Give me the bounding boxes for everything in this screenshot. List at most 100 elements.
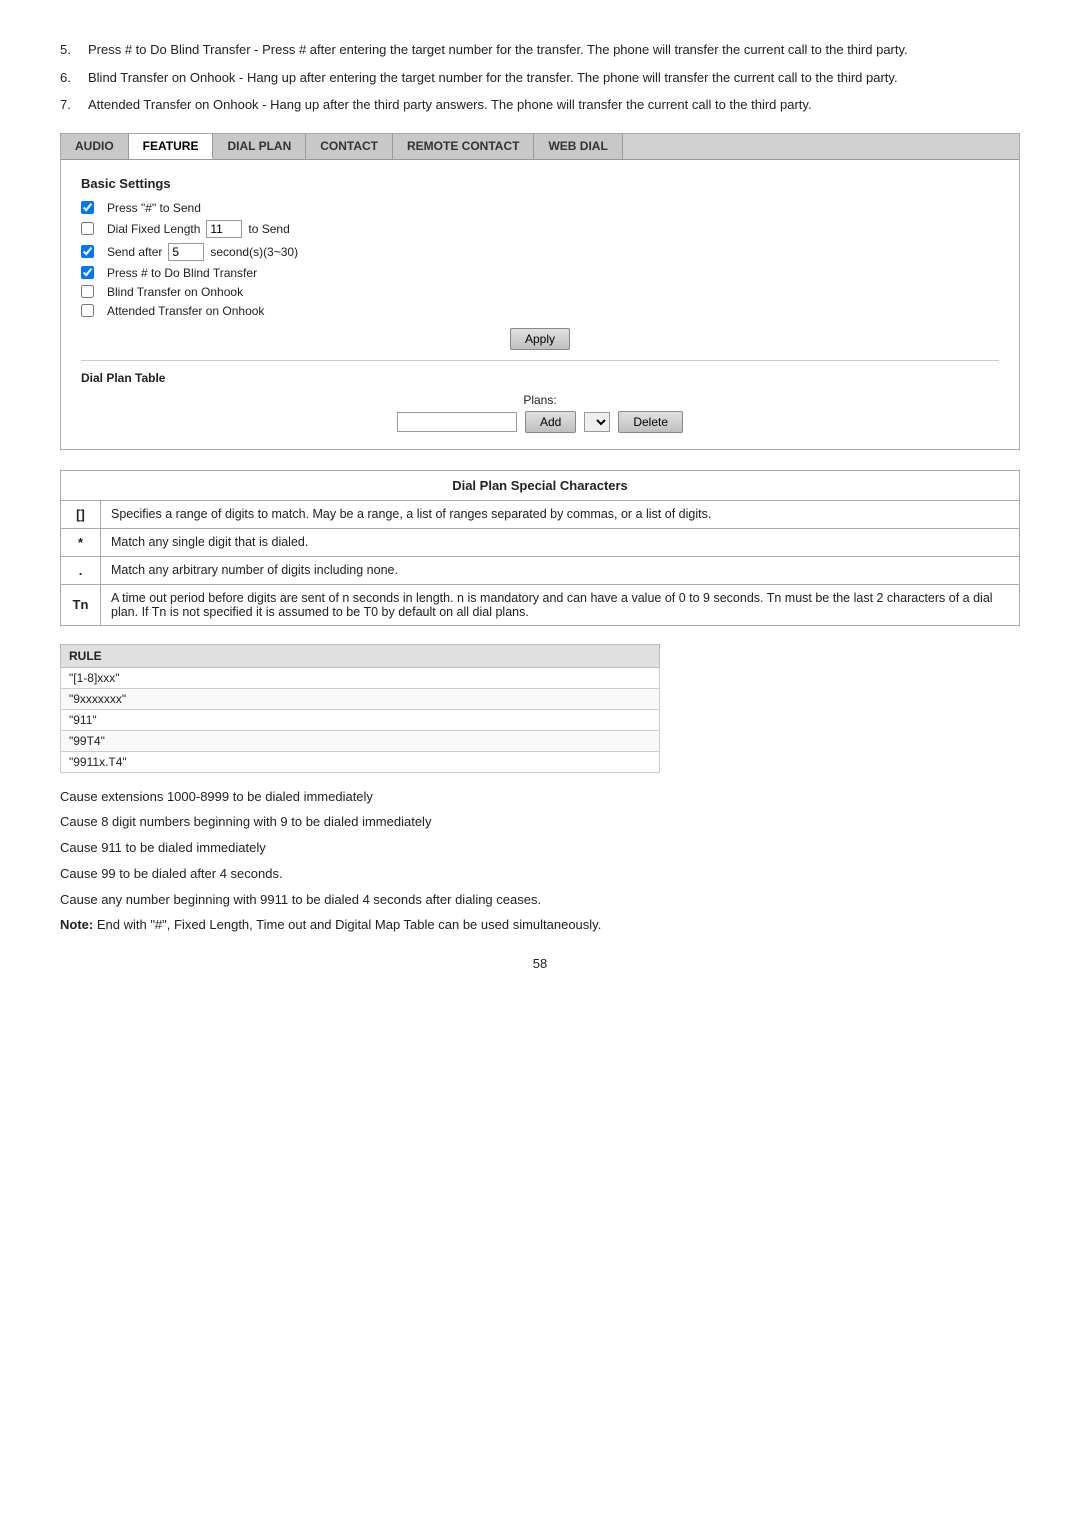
label-blind-transfer-text: Press # to Do Blind Transfer bbox=[107, 266, 257, 280]
desc-note-text: End with "#", Fixed Length, Time out and… bbox=[97, 917, 601, 932]
label-attended-onhook: Attended Transfer on Onhook bbox=[107, 304, 999, 318]
special-chars-title: Dial Plan Special Characters bbox=[61, 470, 1020, 500]
label-blind-onhook: Blind Transfer on Onhook bbox=[107, 285, 999, 299]
rule-row-3: "911" bbox=[61, 709, 660, 730]
desc-5: Cause any number beginning with 9911 to … bbox=[60, 890, 1020, 911]
settings-row-6: Attended Transfer on Onhook bbox=[81, 304, 999, 318]
checkbox-attended-onhook[interactable] bbox=[81, 304, 94, 317]
tab-remote-contact[interactable]: REMOTE CONTACT bbox=[393, 134, 534, 159]
cb-cell-6 bbox=[81, 304, 107, 317]
desc-4: Cause 99 to be dialed after 4 seconds. bbox=[60, 864, 1020, 885]
checkbox-dial-fixed[interactable] bbox=[81, 222, 94, 235]
bullet-text-7: Attended Transfer on Onhook - Hang up af… bbox=[88, 95, 1020, 115]
label-send-after: Send after second(s)(3~30) bbox=[107, 243, 999, 261]
bullet-num-6: 6. bbox=[60, 68, 88, 88]
settings-row-4: Press # to Do Blind Transfer bbox=[81, 266, 999, 280]
char-tn: Tn bbox=[61, 584, 101, 625]
settings-row-3: Send after second(s)(3~30) bbox=[81, 243, 999, 261]
rule-row-5: "9911x.T4" bbox=[61, 751, 660, 772]
tab-content-dial-plan: Basic Settings Press "#" to Send Dial Fi… bbox=[61, 160, 1019, 449]
rule-row-2: "9xxxxxxx" bbox=[61, 688, 660, 709]
tab-contact[interactable]: CONTACT bbox=[306, 134, 393, 159]
dial-plan-label: Dial Plan Table bbox=[81, 371, 999, 385]
dial-plan-section: Dial Plan Table Plans: Add Delete bbox=[81, 360, 999, 433]
rule-3: "911" bbox=[61, 709, 660, 730]
rule-4: "99T4" bbox=[61, 730, 660, 751]
cb-cell-1 bbox=[81, 201, 107, 214]
bullet-item-5: 5. Press # to Do Blind Transfer - Press … bbox=[60, 40, 1020, 60]
cb-cell-3 bbox=[81, 245, 107, 258]
plans-header-row: Plans: bbox=[81, 393, 999, 407]
label-blind-onhook-text: Blind Transfer on Onhook bbox=[107, 285, 243, 299]
delete-button[interactable]: Delete bbox=[618, 411, 683, 433]
label-dial-fixed-text: Dial Fixed Length bbox=[107, 222, 200, 236]
label-seconds: second(s)(3~30) bbox=[210, 245, 298, 259]
checkbox-press-hash[interactable] bbox=[81, 201, 94, 214]
special-char-row-asterisk: * Match any single digit that is dialed. bbox=[61, 528, 1020, 556]
label-send-after-text: Send after bbox=[107, 245, 162, 259]
desc-note: Note: End with "#", Fixed Length, Time o… bbox=[60, 915, 1020, 936]
plan-name-input[interactable] bbox=[397, 412, 517, 432]
special-char-row-tn: Tn A time out period before digits are s… bbox=[61, 584, 1020, 625]
cb-cell-4 bbox=[81, 266, 107, 279]
checkbox-blind-onhook[interactable] bbox=[81, 285, 94, 298]
send-after-input[interactable] bbox=[168, 243, 204, 261]
desc-3: Cause 911 to be dialed immediately bbox=[60, 838, 1020, 859]
checkbox-blind-transfer[interactable] bbox=[81, 266, 94, 279]
intro-bullet-list: 5. Press # to Do Blind Transfer - Press … bbox=[60, 40, 1020, 115]
rule-row-4: "99T4" bbox=[61, 730, 660, 751]
cb-cell-2 bbox=[81, 222, 107, 235]
bullet-text-6: Blind Transfer on Onhook - Hang up after… bbox=[88, 68, 1020, 88]
label-blind-transfer: Press # to Do Blind Transfer bbox=[107, 266, 999, 280]
char-dot-desc: Match any arbitrary number of digits inc… bbox=[101, 556, 1020, 584]
desc-1: Cause extensions 1000-8999 to be dialed … bbox=[60, 787, 1020, 808]
plan-select[interactable] bbox=[584, 412, 610, 432]
tab-dial-plan[interactable]: DIAL PLAN bbox=[213, 134, 306, 159]
tab-panel: AUDIO FEATURE DIAL PLAN CONTACT REMOTE C… bbox=[60, 133, 1020, 450]
apply-button[interactable]: Apply bbox=[510, 328, 570, 350]
label-press-hash: Press "#" to Send bbox=[107, 201, 999, 215]
char-asterisk: * bbox=[61, 528, 101, 556]
desc-note-bold: Note: bbox=[60, 917, 93, 932]
dial-fixed-length-input[interactable] bbox=[206, 220, 242, 238]
special-char-row-brackets: [] Specifies a range of digits to match.… bbox=[61, 500, 1020, 528]
special-chars-table: Dial Plan Special Characters [] Specifie… bbox=[60, 470, 1020, 626]
cb-cell-5 bbox=[81, 285, 107, 298]
char-asterisk-desc: Match any single digit that is dialed. bbox=[101, 528, 1020, 556]
basic-settings-title: Basic Settings bbox=[81, 176, 999, 191]
plans-row: Add Delete bbox=[81, 411, 999, 433]
label-to-send: to Send bbox=[248, 222, 289, 236]
tab-audio[interactable]: AUDIO bbox=[61, 134, 129, 159]
special-char-row-dot: . Match any arbitrary number of digits i… bbox=[61, 556, 1020, 584]
label-press-hash-text: Press "#" to Send bbox=[107, 201, 201, 215]
char-dot: . bbox=[61, 556, 101, 584]
label-dial-fixed: Dial Fixed Length to Send bbox=[107, 220, 999, 238]
plans-label: Plans: bbox=[523, 393, 556, 407]
rule-row-1: "[1-8]xxx" bbox=[61, 667, 660, 688]
desc-2: Cause 8 digit numbers beginning with 9 t… bbox=[60, 812, 1020, 833]
tab-feature[interactable]: FEATURE bbox=[129, 134, 214, 159]
bullet-num-5: 5. bbox=[60, 40, 88, 60]
page-number: 58 bbox=[60, 956, 1020, 971]
bullet-item-7: 7. Attended Transfer on Onhook - Hang up… bbox=[60, 95, 1020, 115]
rules-header: RULE bbox=[61, 644, 660, 667]
tab-web-dial[interactable]: WEB DIAL bbox=[534, 134, 622, 159]
checkbox-send-after[interactable] bbox=[81, 245, 94, 258]
add-button[interactable]: Add bbox=[525, 411, 576, 433]
label-attended-onhook-text: Attended Transfer on Onhook bbox=[107, 304, 264, 318]
rules-table: RULE "[1-8]xxx" "9xxxxxxx" "911" "99T4" … bbox=[60, 644, 660, 773]
char-brackets-desc: Specifies a range of digits to match. Ma… bbox=[101, 500, 1020, 528]
bullet-text-5: Press # to Do Blind Transfer - Press # a… bbox=[88, 40, 1020, 60]
apply-row: Apply bbox=[81, 328, 999, 350]
tab-bar: AUDIO FEATURE DIAL PLAN CONTACT REMOTE C… bbox=[61, 134, 1019, 160]
settings-row-2: Dial Fixed Length to Send bbox=[81, 220, 999, 238]
char-brackets: [] bbox=[61, 500, 101, 528]
char-tn-desc: A time out period before digits are sent… bbox=[101, 584, 1020, 625]
bullet-item-6: 6. Blind Transfer on Onhook - Hang up af… bbox=[60, 68, 1020, 88]
rule-1: "[1-8]xxx" bbox=[61, 667, 660, 688]
settings-row-5: Blind Transfer on Onhook bbox=[81, 285, 999, 299]
bullet-num-7: 7. bbox=[60, 95, 88, 115]
rule-5: "9911x.T4" bbox=[61, 751, 660, 772]
rule-2: "9xxxxxxx" bbox=[61, 688, 660, 709]
settings-row-1: Press "#" to Send bbox=[81, 201, 999, 215]
